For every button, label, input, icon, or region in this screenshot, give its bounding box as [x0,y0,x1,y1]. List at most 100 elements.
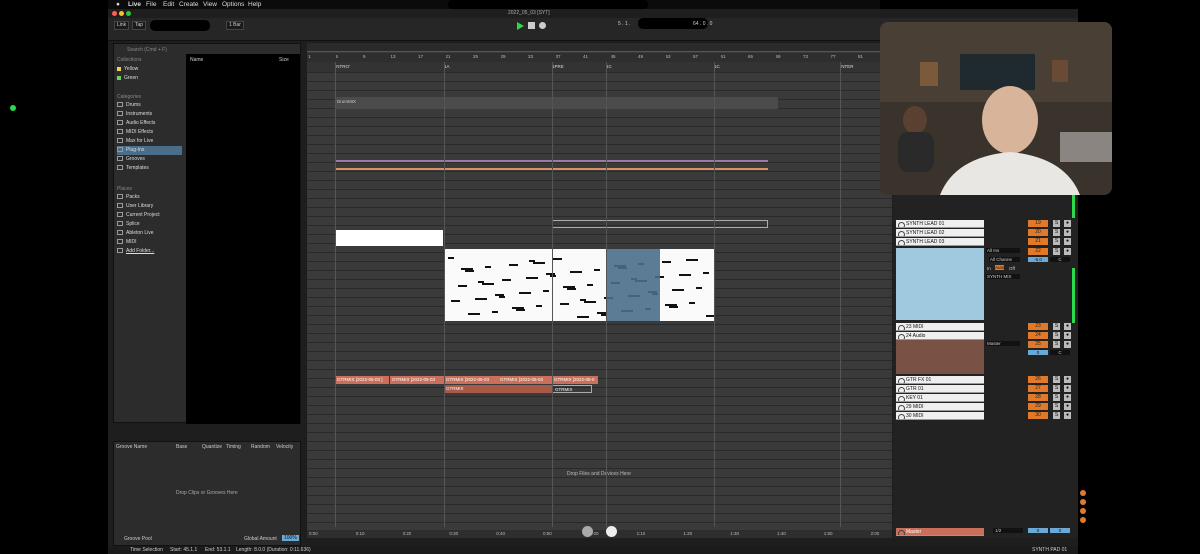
midi-note[interactable] [468,313,480,315]
midi-note[interactable] [669,306,678,308]
browser-search-input[interactable]: Search (Cmd + F) [127,47,187,53]
solo-button[interactable]: S [1053,412,1060,419]
overview-bar[interactable] [307,43,892,52]
place-packs[interactable]: Packs [117,193,182,202]
scroll-handle[interactable] [606,526,617,537]
place-user-library[interactable]: User Library [117,202,182,211]
master-track[interactable]: Master [896,528,984,536]
track-number[interactable]: 28 [1028,394,1048,401]
track-number[interactable]: 21 [1028,238,1048,245]
pad-pan[interactable]: C [1050,257,1070,262]
sessions-pan[interactable]: C [1050,350,1070,355]
track-header[interactable]: SYNTH LEAD 02 [896,229,984,237]
time-selection[interactable] [606,249,660,321]
solo-button[interactable]: S [1053,248,1060,255]
midi-note[interactable] [567,288,576,290]
track-header[interactable]: 23 MIDI [896,323,984,331]
menu-create[interactable]: Create [179,1,199,8]
midi-note[interactable] [502,279,511,281]
menu-help[interactable]: Help [248,1,261,8]
track-number[interactable]: 27 [1028,385,1048,392]
tap-button[interactable]: Tap [132,21,147,30]
midi-note[interactable] [499,296,505,298]
stop-icon[interactable] [528,22,535,29]
track-header[interactable]: SYNTH LEAD 01 [896,220,984,228]
arm-button[interactable]: ● [1064,376,1071,383]
monitor-auto[interactable]: Auto [995,265,1005,270]
category-plug-ins[interactable]: Plug-Ins [117,146,182,155]
track-header[interactable]: 29 MIDI [896,403,984,411]
midi-note[interactable] [458,285,467,287]
midi-note[interactable] [563,286,575,288]
midi-note[interactable] [550,275,556,277]
menu-view[interactable]: View [203,1,217,8]
midi-note[interactable] [478,281,484,283]
sessions-zero[interactable]: 0 [1028,350,1048,355]
menu-edit[interactable]: Edit [163,1,174,8]
track-number[interactable]: 30 [1028,412,1048,419]
track-number[interactable]: 26 [1028,376,1048,383]
arm-button[interactable]: ● [1064,412,1071,419]
midi-note[interactable] [448,257,454,259]
place-current-project[interactable]: Current Project [117,211,182,220]
synth-pad-midi-clip[interactable] [444,249,715,321]
play-icon[interactable] [517,22,524,30]
midi-note[interactable] [461,268,473,270]
gtr2-clip-2[interactable]: GTRMIX [552,385,592,393]
channel-select[interactable]: All Channe [989,257,1020,262]
solo-button[interactable]: S [1053,229,1060,236]
output-select[interactable]: SYNTH MIX [986,274,1020,279]
track-header[interactable]: 24 Audio [896,332,984,340]
arm-button[interactable]: ● [1064,229,1071,236]
solo-button[interactable]: S [1053,323,1060,330]
midi-note[interactable] [543,290,549,292]
outline-clip[interactable] [552,220,768,228]
solo-button[interactable]: S [1053,403,1060,410]
drum-clip[interactable]: DrumMIX [335,98,395,106]
midi-note[interactable] [482,283,494,285]
midi-note[interactable] [689,302,695,304]
midi-note[interactable] [509,264,518,266]
solo-button[interactable]: S [1053,220,1060,227]
track-number[interactable]: 19 [1028,220,1048,227]
category-templates[interactable]: Templates [117,164,182,173]
midi-note[interactable] [570,271,582,273]
midi-note[interactable] [485,266,491,268]
link-button[interactable]: Link [114,21,130,30]
track-header[interactable]: GTR FX 01 [896,376,984,384]
midi-note[interactable] [475,298,487,300]
solo-button[interactable]: S [1053,238,1060,245]
menu-options[interactable]: Options [222,1,244,8]
midi-note[interactable] [584,301,596,303]
arm-button[interactable]: ● [1064,403,1071,410]
master-pan[interactable]: 0 [1050,528,1070,533]
zoom-window-icon[interactable] [126,11,131,16]
midi-note[interactable] [533,262,545,264]
track-header[interactable]: SYNTH LEAD 03 [896,238,984,246]
midi-note[interactable] [526,277,538,279]
midi-note[interactable] [516,309,525,311]
category-audio-effects[interactable]: Audio Effects [117,119,182,128]
gtr-clip-4[interactable]: GTRMIX [2022-05-03 [498,376,552,384]
gtr-clip-3[interactable]: GTRMIX [2022-05-03 [444,376,498,384]
menu-file[interactable]: File [146,1,156,8]
gtr-clip-2[interactable]: GTRMIX [2022-05-03 [390,376,444,384]
track-number[interactable]: 25 [1028,341,1048,348]
sessions-output[interactable]: Master [986,341,1020,346]
midi-note[interactable] [553,258,562,260]
solo-button[interactable]: S [1053,341,1060,348]
pad-volume[interactable]: -6.0 [1028,257,1048,262]
place-splice[interactable]: Splice [117,220,182,229]
midi-note[interactable] [560,303,569,305]
category-midi-effects[interactable]: MIDI Effects [117,128,182,137]
midi-note[interactable] [597,312,606,314]
category-max-for-live[interactable]: Max for Live [117,137,182,146]
input-select[interactable]: All Ins [986,248,1020,253]
track-header[interactable]: 30 MIDI [896,412,984,420]
midi-note[interactable] [686,259,698,261]
category-drums[interactable]: Drums [117,101,182,110]
gtr-clip-1[interactable]: GTRMIX [2022-05-03 ] [335,376,389,384]
midi-note[interactable] [665,304,677,306]
midi-note[interactable] [529,260,535,262]
midi-note[interactable] [492,311,498,313]
